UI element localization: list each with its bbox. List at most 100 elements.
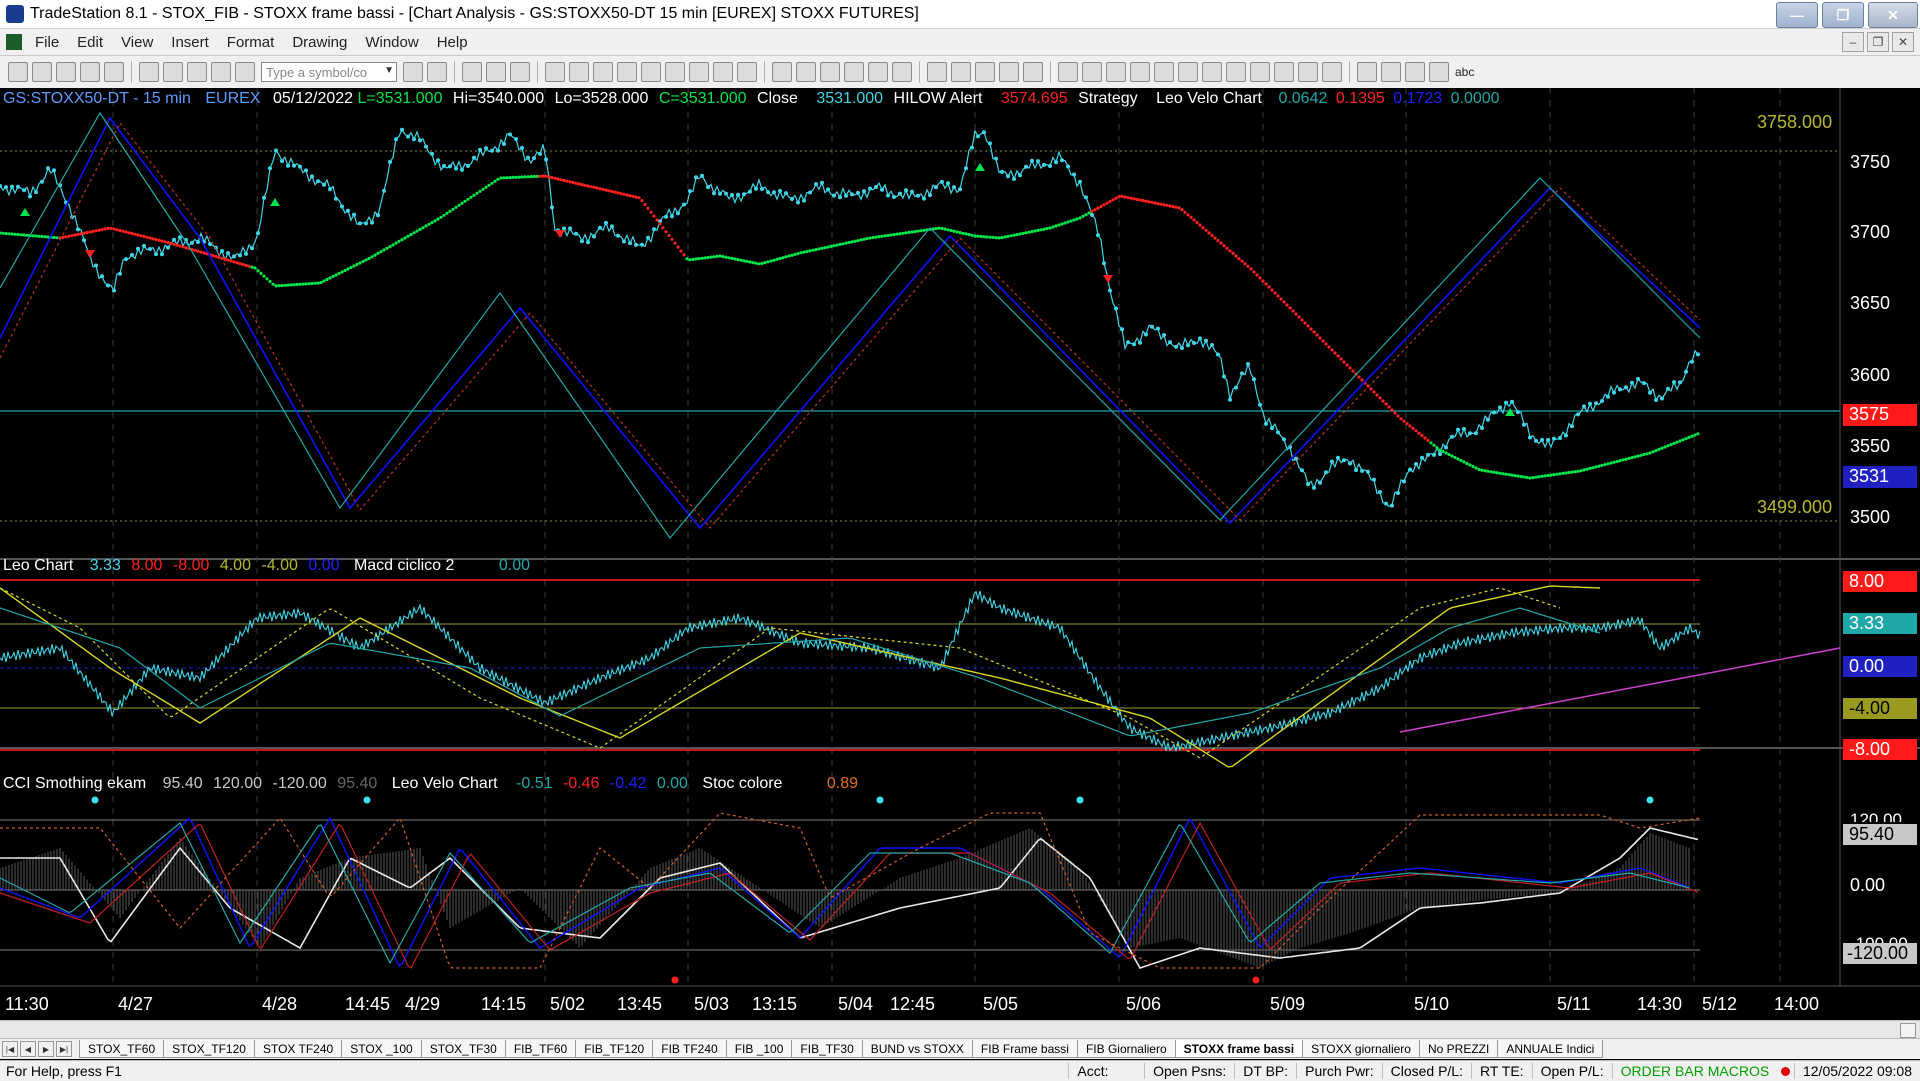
speed-lines-icon[interactable] <box>1274 62 1294 82</box>
grid-icon[interactable] <box>510 62 530 82</box>
horizontal-line-icon[interactable] <box>1082 62 1102 82</box>
tab-stox-100[interactable]: STOX _100 <box>341 1040 422 1058</box>
workspace-icon[interactable] <box>999 62 1019 82</box>
chevron-down-icon[interactable]: ▼ <box>384 65 394 76</box>
candlestick-icon[interactable] <box>689 62 709 82</box>
move-left-icon[interactable] <box>772 62 792 82</box>
tab-prev-icon[interactable]: ◀ <box>20 1041 36 1057</box>
tab-stox-tf120[interactable]: STOX_TF120 <box>163 1040 255 1058</box>
menu-insert[interactable]: Insert <box>162 34 218 51</box>
menu-help[interactable]: Help <box>428 34 477 51</box>
menu-edit[interactable]: Edit <box>68 34 112 51</box>
moving-average-dot <box>1372 390 1376 394</box>
print-icon[interactable] <box>139 62 159 82</box>
tab-stoxx-giornaliero[interactable]: STOXX giornaliero <box>1302 1040 1420 1058</box>
go-arrow-icon[interactable] <box>403 62 423 82</box>
chart-canvas[interactable] <box>0 88 1920 1020</box>
pencil-icon[interactable] <box>1322 62 1342 82</box>
arrow-down-icon[interactable] <box>1381 62 1401 82</box>
price-dot <box>784 191 788 196</box>
new-icon[interactable] <box>8 62 28 82</box>
tab-bund-vs-stoxx[interactable]: BUND vs STOXX <box>861 1040 973 1058</box>
move-right-icon[interactable] <box>796 62 816 82</box>
save-icon[interactable] <box>80 62 100 82</box>
link-icon[interactable] <box>641 62 661 82</box>
tab-fib-giornaliero[interactable]: FIB Giornaliero <box>1076 1040 1176 1058</box>
mdi-close-button[interactable]: ✕ <box>1892 32 1914 52</box>
chart-style-icon[interactable] <box>462 62 482 82</box>
insert-analysis-icon[interactable] <box>211 62 231 82</box>
tab-stoxx-frame-bassi[interactable]: STOXX frame bassi <box>1174 1040 1304 1058</box>
ellipse-icon[interactable] <box>1405 62 1425 82</box>
symbol-lookup-icon[interactable] <box>427 62 447 82</box>
moving-average-dot <box>322 279 326 283</box>
close-button[interactable]: ✕ <box>1868 2 1918 28</box>
menu-view[interactable]: View <box>112 34 162 51</box>
format-icon[interactable] <box>187 62 207 82</box>
zoom-out-icon[interactable] <box>892 62 912 82</box>
open-workspace-icon[interactable] <box>56 62 76 82</box>
cycle-lines-icon[interactable] <box>1202 62 1222 82</box>
tab-first-icon[interactable]: |◀ <box>2 1041 18 1057</box>
rectangle-icon[interactable] <box>1429 62 1449 82</box>
angle-icon[interactable] <box>1154 62 1174 82</box>
gann-icon[interactable] <box>1178 62 1198 82</box>
strategy-icon[interactable] <box>569 62 589 82</box>
line-chart-icon[interactable] <box>737 62 757 82</box>
moving-average-dot <box>1381 399 1385 403</box>
window-icon[interactable] <box>1023 62 1043 82</box>
crosshair-icon[interactable] <box>951 62 971 82</box>
zoom-in-icon[interactable] <box>868 62 888 82</box>
maximize-button[interactable]: ❐ <box>1822 2 1864 28</box>
menu-format[interactable]: Format <box>218 34 284 51</box>
compress-icon[interactable] <box>820 62 840 82</box>
order-bar-icon[interactable] <box>665 62 685 82</box>
alert-icon[interactable] <box>593 62 613 82</box>
expand-icon[interactable] <box>844 62 864 82</box>
chart-area[interactable]: GS:STOXX50-DT - 15 min EUREX 05/12/2022 … <box>0 88 1920 1020</box>
print-preview-icon[interactable] <box>163 62 183 82</box>
tab-fib-tf30[interactable]: FIB_TF30 <box>791 1040 863 1058</box>
tab-stox-tf30[interactable]: STOX_TF30 <box>420 1040 506 1058</box>
trendline-icon[interactable] <box>1058 62 1078 82</box>
pointer-icon[interactable] <box>927 62 947 82</box>
indicator-icon[interactable] <box>545 62 565 82</box>
mdi-minimize-button[interactable]: – <box>1842 32 1864 52</box>
moving-average-dot <box>748 260 752 264</box>
regression-icon[interactable] <box>1226 62 1246 82</box>
arrows-icon[interactable] <box>1250 62 1270 82</box>
channel-icon[interactable] <box>1130 62 1150 82</box>
scanner-icon[interactable] <box>617 62 637 82</box>
tools-icon[interactable] <box>975 62 995 82</box>
order-bar-macros[interactable]: ORDER BAR MACROS <box>1611 1063 1778 1079</box>
tab-annuale-indici[interactable]: ANNUALE Indici <box>1497 1040 1604 1058</box>
tab-fib-frame-bassi[interactable]: FIB Frame bassi <box>971 1040 1078 1058</box>
menu-drawing[interactable]: Drawing <box>283 34 356 51</box>
text-tool-label[interactable]: abc <box>1455 65 1474 79</box>
tab-fib-tf120[interactable]: FIB_TF120 <box>575 1040 654 1058</box>
bar-chart-icon[interactable] <box>713 62 733 82</box>
save-all-icon[interactable] <box>104 62 124 82</box>
mdi-restore-button[interactable]: ❐ <box>1867 32 1889 52</box>
horizontal-scrollbar[interactable] <box>0 1020 1920 1039</box>
properties-icon[interactable] <box>235 62 255 82</box>
tab-stox-tf240[interactable]: STOX TF240 <box>253 1040 343 1058</box>
tab-no-prezzi[interactable]: No PREZZI <box>1418 1040 1499 1058</box>
arrow-up-icon[interactable] <box>1357 62 1377 82</box>
moving-average-dot <box>421 226 425 230</box>
symbol-input[interactable]: Type a symbol/co ▼ <box>261 62 397 82</box>
tab-next-icon[interactable]: ▶ <box>38 1041 54 1057</box>
menu-file[interactable]: File <box>26 34 68 51</box>
open-icon[interactable] <box>32 62 52 82</box>
tab-fib-100[interactable]: FIB _100 <box>725 1040 793 1058</box>
menu-window[interactable]: Window <box>356 34 427 51</box>
tab-stox-tf60[interactable]: STOX_TF60 <box>79 1040 165 1058</box>
fibonacci-icon[interactable] <box>1106 62 1126 82</box>
minimize-button[interactable]: — <box>1776 2 1818 28</box>
tab-fib-tf240[interactable]: FIB TF240 <box>652 1040 727 1058</box>
tab-last-icon[interactable]: ▶| <box>56 1041 72 1057</box>
tab-fib-tf60[interactable]: FIB_TF60 <box>504 1040 577 1058</box>
arc-icon[interactable] <box>1298 62 1318 82</box>
scrollbar-thumb[interactable] <box>1900 1023 1916 1038</box>
data-window-icon[interactable] <box>486 62 506 82</box>
